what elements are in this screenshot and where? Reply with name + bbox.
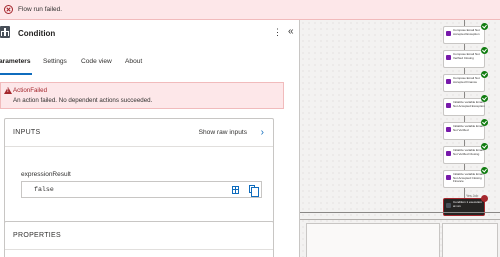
variable-icon [446, 103, 451, 108]
variable-icon [446, 127, 451, 132]
variable-icon [446, 151, 451, 156]
success-check-icon [481, 23, 488, 30]
collapse-panel-button[interactable]: « [288, 27, 294, 37]
properties-card-header[interactable]: PROPERTIES [5, 222, 273, 250]
flow-node-label: Compose Email Not Verified Closing [453, 52, 480, 60]
flow-node-label: Condition 1 execution at xxx [453, 200, 482, 208]
inputs-header: INPUTS [13, 129, 41, 136]
details-panel: Condition ⋮ « arameters Settings Code vi… [0, 20, 300, 257]
app-root: Flow run failed. Condition ⋮ « arameters… [0, 0, 500, 257]
flow-node-label: Initialize variable Email Not Accepted E… [453, 100, 485, 108]
success-check-icon [481, 95, 488, 102]
flow-node[interactable]: Initialize variable Email Not Accepted C… [443, 167, 488, 188]
true-branch-container[interactable] [306, 223, 440, 257]
error-title: ActionFailed [13, 87, 48, 94]
inputs-card-header: INPUTS Show raw inputs › [5, 119, 273, 147]
tab-parameters[interactable]: arameters [0, 58, 31, 65]
flow-node[interactable]: Compose Email Not Accepted Finance [443, 71, 488, 92]
tab-code-view[interactable]: Code view [81, 58, 112, 65]
condition-icon [446, 203, 451, 208]
failed-condition-node[interactable]: Condition 1 execution at xxx [443, 195, 488, 216]
tab-about[interactable]: About [125, 58, 142, 65]
expression-result-value: false [34, 186, 54, 193]
success-check-icon [481, 167, 488, 174]
table-view-icon[interactable] [232, 186, 239, 194]
compose-icon [446, 55, 451, 60]
properties-card: PROPERTIES [4, 221, 274, 257]
panel-title: Condition [18, 29, 56, 38]
flow-node-label: Initialize variable Email Not Accepted C… [453, 172, 484, 184]
failure-icon [481, 195, 488, 202]
panel-header: Condition ⋮ « [0, 20, 299, 48]
branch-connector [300, 212, 500, 213]
success-check-icon [481, 143, 488, 150]
flow-node-label: Initialize variable Email Not Verified [453, 124, 484, 132]
properties-header: PROPERTIES [13, 232, 61, 239]
flow-node-label: Compose Email Not Accepted Exception [453, 28, 480, 36]
expression-result-field: false [21, 181, 262, 198]
action-error-box: ActionFailed An action failed. No depend… [0, 82, 284, 109]
show-raw-inputs-link[interactable]: Show raw inputs [199, 129, 247, 136]
flow-node[interactable]: Compose Email Not Accepted Exception [443, 23, 488, 44]
flow-node-label: Compose Email Not Accepted Finance [453, 76, 480, 84]
warning-icon [4, 87, 12, 94]
compose-icon [446, 31, 451, 36]
branch-connector [300, 219, 500, 220]
error-circle-icon [4, 5, 13, 14]
inputs-card: INPUTS Show raw inputs › expressionResul… [4, 118, 274, 224]
flow-node[interactable]: Initialize variable Email Not Verified C… [443, 143, 488, 164]
banner-message: Flow run failed. [18, 6, 63, 13]
success-check-icon [481, 71, 488, 78]
false-branch-container[interactable] [442, 223, 498, 257]
error-message: An action failed. No dependent actions s… [13, 97, 153, 104]
flow-node[interactable]: Initialize variable Email Not Verified [443, 119, 488, 140]
error-banner: Flow run failed. [0, 0, 500, 20]
flow-node[interactable]: Compose Email Not Verified Closing [443, 47, 488, 68]
copy-icon[interactable] [249, 185, 259, 197]
chevron-right-icon[interactable]: › [261, 128, 264, 138]
flow-node[interactable]: Initialize variable Email Not Accepted E… [443, 95, 488, 116]
success-check-icon [481, 119, 488, 126]
compose-icon [446, 79, 451, 84]
condition-icon [0, 26, 10, 38]
flow-canvas[interactable]: Compose Email Not Accepted Exception Com… [300, 20, 500, 257]
success-check-icon [481, 47, 488, 54]
flow-node-label: Initialize variable Email Not Verified C… [453, 148, 484, 156]
tab-bar: arameters Settings Code view About [0, 58, 299, 78]
variable-icon [446, 175, 451, 180]
tab-settings[interactable]: Settings [43, 58, 67, 65]
active-tab-indicator [0, 73, 32, 75]
more-options-button[interactable]: ⋮ [273, 28, 282, 37]
expression-result-label: expressionResult [21, 171, 71, 178]
